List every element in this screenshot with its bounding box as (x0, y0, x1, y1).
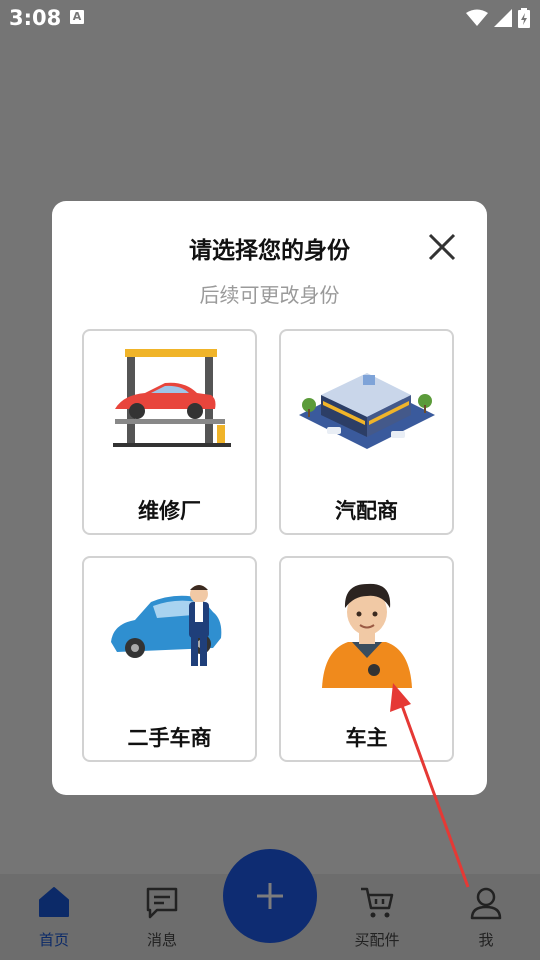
auto-parts-store-icon (298, 373, 435, 449)
nav-buy-parts-label: 买配件 (354, 931, 400, 949)
role-card-used-car-dealer[interactable]: 二手车商 (82, 556, 257, 762)
role-label-used-car-dealer: 二手车商 (127, 726, 212, 750)
role-card-repair-shop[interactable]: 维修厂 (82, 329, 257, 535)
status-bar: 3:08 A (0, 0, 540, 36)
notification-icon: A (70, 10, 84, 24)
role-label-repair-shop: 维修厂 (138, 499, 201, 523)
car-lift-icon (112, 349, 231, 447)
role-label-parts-dealer: 汽配商 (335, 499, 398, 523)
wifi-icon (466, 9, 488, 26)
status-icons (466, 8, 530, 28)
user-icon (470, 887, 502, 920)
status-time: 3:08 (9, 6, 62, 30)
nav-messages[interactable]: 消息 (117, 874, 207, 960)
nav-buy-parts[interactable]: 买配件 (332, 874, 422, 960)
role-select-dialog: 请选择您的身份 后续可更改身份 维修厂 汽配商 二手车商 车主 (52, 201, 487, 795)
close-button[interactable] (424, 229, 460, 265)
nav-home-label: 首页 (38, 931, 69, 949)
role-card-parts-dealer[interactable]: 汽配商 (279, 329, 454, 535)
home-icon (39, 887, 69, 917)
role-card-car-owner[interactable]: 车主 (279, 556, 454, 762)
nav-me[interactable]: 我 (441, 874, 531, 960)
nav-me-label: 我 (478, 931, 494, 949)
signal-icon (494, 9, 512, 27)
close-icon (428, 233, 456, 261)
nav-home[interactable]: 首页 (9, 874, 99, 960)
role-label-car-owner: 车主 (345, 726, 388, 750)
cart-icon (361, 887, 394, 918)
battery-icon (518, 8, 530, 28)
add-button[interactable] (223, 849, 317, 943)
nav-messages-label: 消息 (146, 931, 177, 949)
used-car-dealer-icon (110, 585, 221, 666)
message-icon (146, 887, 178, 919)
car-owner-icon (321, 583, 412, 688)
dialog-subtitle: 后续可更改身份 (199, 283, 340, 307)
dialog-title: 请选择您的身份 (189, 238, 350, 264)
plus-icon (257, 883, 283, 909)
